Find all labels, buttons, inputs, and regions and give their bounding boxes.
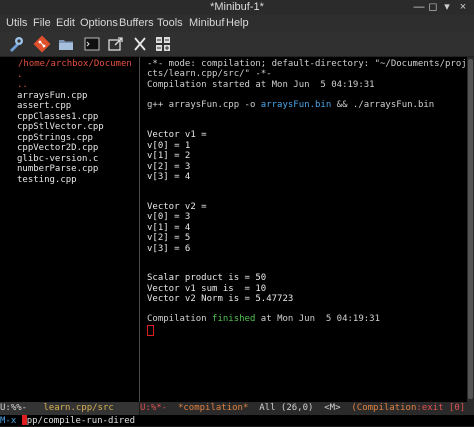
dired-entry[interactable]: assert.cpp <box>17 101 71 112</box>
minibuffer-prompt: M-x <box>0 416 22 426</box>
output-line: v[2] = 3 <box>147 162 191 172</box>
output-line: Scalar product is = 50 <box>147 273 267 283</box>
mode-line-left[interactable]: U:%%- learn.cpp/src <box>0 402 139 415</box>
compile-command: g++ arraysFun.cpp -o arraysFun.bin && ./… <box>147 100 434 111</box>
compilation-header-line: cts/learn.cpp/src/" -*- <box>147 69 272 79</box>
menu-edit[interactable]: Edit <box>56 15 75 32</box>
tools-icon[interactable] <box>7 35 25 53</box>
dired-entry[interactable]: arraysFun.cpp <box>17 91 87 102</box>
modeline-tag: <M> <box>324 403 341 413</box>
cut-icon[interactable] <box>131 35 149 53</box>
toolbar <box>0 32 474 57</box>
binary-name: arraysFun.bin <box>260 100 332 110</box>
calculator-icon[interactable] <box>154 35 172 53</box>
finished-suffix: at Mon Jun 5 04:19:31 <box>255 314 381 324</box>
compile-command-text: g++ arraysFun.cpp -o <box>147 100 261 110</box>
scrollbar[interactable] <box>467 57 474 402</box>
menu-options[interactable]: Options <box>80 15 118 32</box>
dired-entry[interactable]: glibc-version.c <box>17 154 98 165</box>
dired-entry-dot[interactable]: . <box>17 70 22 81</box>
export-icon[interactable] <box>107 35 125 53</box>
menu-utils[interactable]: Utils <box>6 15 27 32</box>
dired-entry[interactable]: cppClasses1.cpp <box>17 112 98 123</box>
modeline-position: All (26,0) <box>259 403 314 413</box>
compilation-pane[interactable]: -*- mode: compilation; default-directory… <box>140 57 467 402</box>
modeline-flags: U:%*- <box>140 403 168 413</box>
dired-entry[interactable]: testing.cpp <box>17 175 77 186</box>
output-line: Vector v1 = <box>147 130 207 140</box>
dired-entry[interactable]: cppStrings.cpp <box>17 133 93 144</box>
minimize-button[interactable]: — <box>412 0 426 15</box>
modeline-buffer-name[interactable]: learn.cpp/src <box>43 403 113 413</box>
compilation-started: Compilation started at Mon Jun 5 04:19:3… <box>147 80 375 90</box>
output-line: v[3] = 4 <box>147 172 191 182</box>
modeline-exit-code: [0] <box>443 403 466 413</box>
menu-buffers[interactable]: Buffers <box>119 15 154 32</box>
dired-entry[interactable]: cppStlVector.cpp <box>17 122 104 133</box>
output-line: Vector v2 = <box>147 202 207 212</box>
modeline-flags: U:%%- <box>0 403 28 413</box>
output-line: v[0] = 1 <box>147 141 191 151</box>
compilation-finished: Compilation finished at Mon Jun 5 04:19:… <box>147 314 380 325</box>
menu-tools[interactable]: Tools <box>157 15 183 32</box>
menu-minibuf[interactable]: Minibuf <box>189 15 224 32</box>
finished-status: finished <box>212 314 256 324</box>
menu-file[interactable]: File <box>33 15 51 32</box>
output-line: Vector v2 Norm is = 5.47723 <box>147 294 294 304</box>
compilation-header-line: -*- mode: compilation; default-directory… <box>147 59 467 69</box>
scrollbar-thumb[interactable] <box>468 59 473 399</box>
terminal-icon[interactable] <box>83 35 101 53</box>
modeline-buffer-name[interactable]: *compilation* <box>178 403 248 413</box>
text-cursor <box>147 325 154 339</box>
compile-command-run: && ./arraysFun.bin <box>331 100 435 110</box>
output-line: v[1] = 4 <box>147 223 191 233</box>
output-line: v[2] = 5 <box>147 233 191 243</box>
dired-entry-dotdot[interactable]: .. <box>17 80 28 91</box>
dired-entry[interactable]: cppVector2D.cpp <box>17 143 98 154</box>
dired-pane[interactable]: /home/archbox/Documen . .. arraysFun.cpp… <box>0 57 139 402</box>
modeline-major-mode[interactable]: (Compilation <box>351 403 416 413</box>
output-line: Vector v1 sum is = 10 <box>147 284 267 294</box>
mode-line-right[interactable]: U:%*- *compilation* All (26,0) <M> (Comp… <box>140 402 474 415</box>
dired-entry[interactable]: numberParse.cpp <box>17 164 98 175</box>
minibuffer[interactable]: M-x pp/compile-run-dired <box>0 415 474 426</box>
git-icon[interactable] <box>33 35 51 53</box>
close-button[interactable]: × <box>456 0 470 15</box>
modeline-exit-status: :exit <box>416 403 444 413</box>
folder-icon[interactable] <box>57 35 75 53</box>
finished-prefix: Compilation <box>147 314 213 324</box>
output-line: v[1] = 2 <box>147 151 191 161</box>
menu-bar: Utils File Edit Options Buffers Tools Mi… <box>0 15 474 32</box>
maximize-button[interactable]: ◻ <box>426 0 440 15</box>
output-line: v[3] = 6 <box>147 244 191 254</box>
window-title: *Minibuf-1* <box>210 1 264 13</box>
shade-button[interactable]: ▾ <box>440 0 454 15</box>
dired-path[interactable]: /home/archbox/Documen <box>18 59 132 70</box>
menu-help[interactable]: Help <box>226 15 249 32</box>
minibuffer-input[interactable]: pp/compile-run-dired <box>27 416 135 426</box>
output-line: v[0] = 3 <box>147 212 191 222</box>
window-titlebar: *Minibuf-1* — ◻ ▾ × <box>0 0 474 15</box>
